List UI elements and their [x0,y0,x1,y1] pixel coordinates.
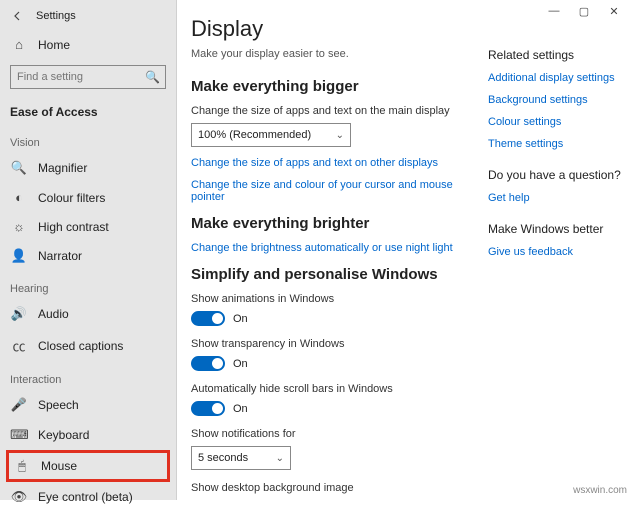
minimize-button[interactable]: — [539,2,569,20]
home-label: Home [38,38,70,52]
main-panel: Display Make your display easier to see.… [177,0,488,500]
toggle-hide-scroll[interactable] [191,401,225,416]
nav-keyboard[interactable]: ⌨ Keyboard [0,420,176,450]
home-nav[interactable]: ⌂ Home [0,30,176,59]
select-scale[interactable]: 100% (Recommended) ⌄ [191,123,351,147]
speech-icon: 🎤 [10,397,28,413]
ease-of-access-title: Ease of Access [0,95,176,125]
back-button[interactable] [10,8,26,24]
mouse-icon: 🖱 [13,458,31,474]
heading-brighter: Make everything brighter [191,215,488,232]
nav-eye-control[interactable]: 👁 Eye control (beta) [0,482,176,512]
better-title: Make Windows better [488,222,625,236]
colour-filters-icon: ◐ [10,190,28,205]
close-button[interactable]: ✕ [599,2,629,20]
nav-label: Narrator [38,249,82,263]
right-panel: Related settings Additional display sett… [488,0,633,500]
nav-audio[interactable]: 🔊 Audio [0,299,176,329]
chevron-down-icon: ⌄ [276,453,284,464]
link-brightness[interactable]: Change the brightness automatically or u… [191,242,488,254]
eye-icon: 👁 [10,489,28,505]
audio-icon: 🔊 [10,306,28,322]
toggle-hide-scroll-state: On [233,403,248,415]
settings-window: Settings ⌂ Home 🔍 Ease of Access Vision … [0,0,633,500]
label-desktop-bg: Show desktop background image [191,482,488,494]
toggle-transparency[interactable] [191,356,225,371]
link-additional-display[interactable]: Additional display settings [488,72,625,84]
page-subtitle: Make your display easier to see. [191,48,488,60]
nav-label: Closed captions [38,339,123,353]
nav-speech[interactable]: 🎤 Speech [0,390,176,420]
select-scale-value: 100% (Recommended) [198,129,311,141]
link-feedback[interactable]: Give us feedback [488,246,625,258]
nav-label: Colour filters [38,191,105,205]
group-vision: Vision [0,125,176,153]
nav-label: High contrast [38,220,109,234]
nav-closed-captions[interactable]: ㏄ Closed captions [0,329,176,362]
narrator-icon: 👤 [10,248,28,264]
select-notifications[interactable]: 5 seconds ⌄ [191,446,291,470]
related-settings-title: Related settings [488,48,625,62]
home-icon: ⌂ [10,37,28,52]
link-colour-settings[interactable]: Colour settings [488,116,625,128]
nav-colour-filters[interactable]: ◐ Colour filters [0,183,176,212]
sidebar: Settings ⌂ Home 🔍 Ease of Access Vision … [0,0,177,500]
link-background-settings[interactable]: Background settings [488,94,625,106]
chevron-down-icon: ⌄ [336,130,344,141]
label-animations: Show animations in Windows [191,293,488,305]
label-transparency: Show transparency in Windows [191,338,488,350]
nav-high-contrast[interactable]: ☼ High contrast [0,212,176,241]
content-area: Display Make your display easier to see.… [177,0,633,500]
nav-magnifier[interactable]: 🔍 Magnifier [0,153,176,183]
nav-label: Keyboard [38,428,89,442]
nav-label: Magnifier [38,161,87,175]
link-other-displays[interactable]: Change the size of apps and text on othe… [191,157,488,169]
magnifier-icon: 🔍 [10,160,28,176]
nav-narrator[interactable]: 👤 Narrator [0,241,176,271]
toggle-transparency-state: On [233,358,248,370]
toggle-animations-state: On [233,313,248,325]
window-title: Settings [36,10,76,22]
nav-label: Audio [38,307,69,321]
heading-simplify: Simplify and personalise Windows [191,266,488,283]
closed-captions-icon: ㏄ [10,336,28,355]
page-title: Display [191,16,488,42]
high-contrast-icon: ☼ [10,219,28,234]
label-main-display: Change the size of apps and text on the … [191,105,488,117]
heading-bigger: Make everything bigger [191,78,488,95]
link-cursor-pointer[interactable]: Change the size and colour of your curso… [191,179,488,203]
keyboard-icon: ⌨ [10,427,28,443]
toggle-animations[interactable] [191,311,225,326]
question-title: Do you have a question? [488,168,625,182]
nav-mouse[interactable]: 🖱 Mouse [6,450,170,482]
search-icon: 🔍 [145,70,160,84]
label-notifications: Show notifications for [191,428,488,440]
nav-label: Eye control (beta) [38,490,133,504]
nav-label: Mouse [41,459,77,473]
group-interaction: Interaction [0,362,176,390]
select-notifications-value: 5 seconds [198,452,248,464]
link-get-help[interactable]: Get help [488,192,625,204]
nav-label: Speech [38,398,79,412]
group-hearing: Hearing [0,271,176,299]
search-input[interactable] [10,65,166,89]
maximize-button[interactable]: ▢ [569,2,599,20]
label-hide-scroll: Automatically hide scroll bars in Window… [191,383,488,395]
link-theme-settings[interactable]: Theme settings [488,138,625,150]
watermark: wsxwin.com [573,485,627,496]
